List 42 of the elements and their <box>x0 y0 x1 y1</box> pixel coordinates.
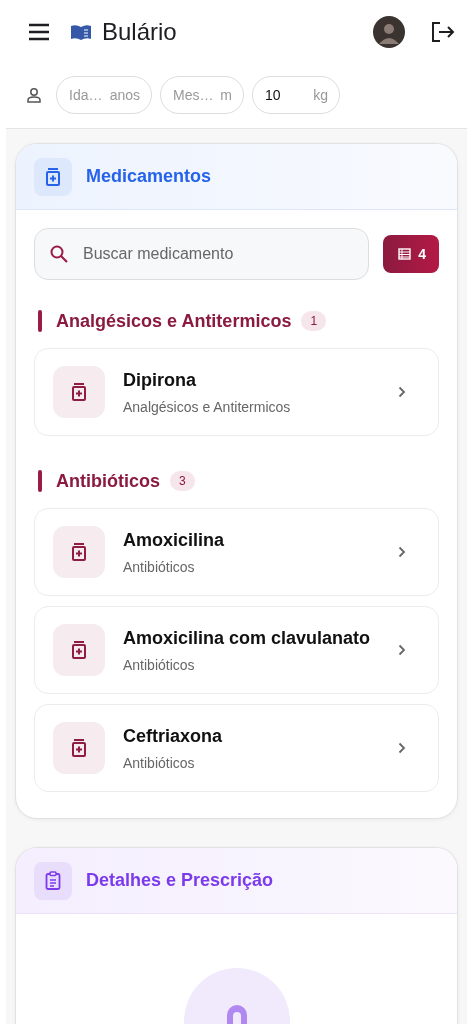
unit-label: m <box>220 87 232 103</box>
count-button[interactable]: 4 <box>383 235 439 273</box>
medication-item[interactable]: Amoxicilina Antibióticos <box>34 508 439 596</box>
app-title: Bulário <box>102 18 177 46</box>
medicine-icon <box>53 366 105 418</box>
count-badge: 3 <box>170 471 195 491</box>
medication-name: Ceftriaxona <box>123 725 224 747</box>
medication-name: Dipirona <box>123 369 197 391</box>
table-icon <box>398 248 412 260</box>
medication-category: Antibióticos <box>123 656 196 673</box>
card-title: Detalhes e Prescrição <box>86 870 274 891</box>
chevron-right-icon <box>398 644 406 656</box>
count-badge: 1 <box>301 311 327 331</box>
chevron-right-icon <box>398 386 406 398</box>
accent-bar <box>38 310 42 332</box>
medication-category: Antibióticos <box>123 558 196 575</box>
medication-category: Analgésicos e Antitermicos <box>123 398 292 415</box>
unit-label: anos <box>109 87 140 103</box>
medication-item[interactable]: Ceftriaxona Antibióticos <box>34 704 439 792</box>
medicine-icon <box>34 157 72 196</box>
avatar[interactable] <box>373 16 405 48</box>
unit-label: kg <box>313 87 328 103</box>
medication-name: Amoxicilina com clavulanato <box>123 627 372 649</box>
medication-item[interactable]: Dipirona Analgésicos e Antitermicos <box>34 348 439 436</box>
accent-bar <box>38 470 42 492</box>
chevron-right-icon <box>398 742 406 754</box>
medication-item[interactable]: Amoxicilina com clavulanato Antibióticos <box>34 606 439 694</box>
chevron-right-icon <box>398 546 406 558</box>
group-heading: Analgésicos e Antitermicos <box>56 310 292 332</box>
medication-name: Amoxicilina <box>123 529 226 551</box>
person-icon <box>26 87 42 103</box>
search-field[interactable]: Buscar medicamento <box>34 228 370 280</box>
book-icon <box>70 24 92 40</box>
search-icon <box>50 245 68 263</box>
medication-category: Antibióticos <box>123 754 196 771</box>
card-title: Medicamentos <box>86 166 212 187</box>
medicine-icon <box>53 722 105 774</box>
medicine-icon <box>53 624 105 676</box>
medicine-icon <box>53 526 105 578</box>
clipboard-icon <box>34 861 72 900</box>
group-heading: Antibióticos <box>56 470 160 492</box>
capsule-icon <box>183 968 290 1024</box>
